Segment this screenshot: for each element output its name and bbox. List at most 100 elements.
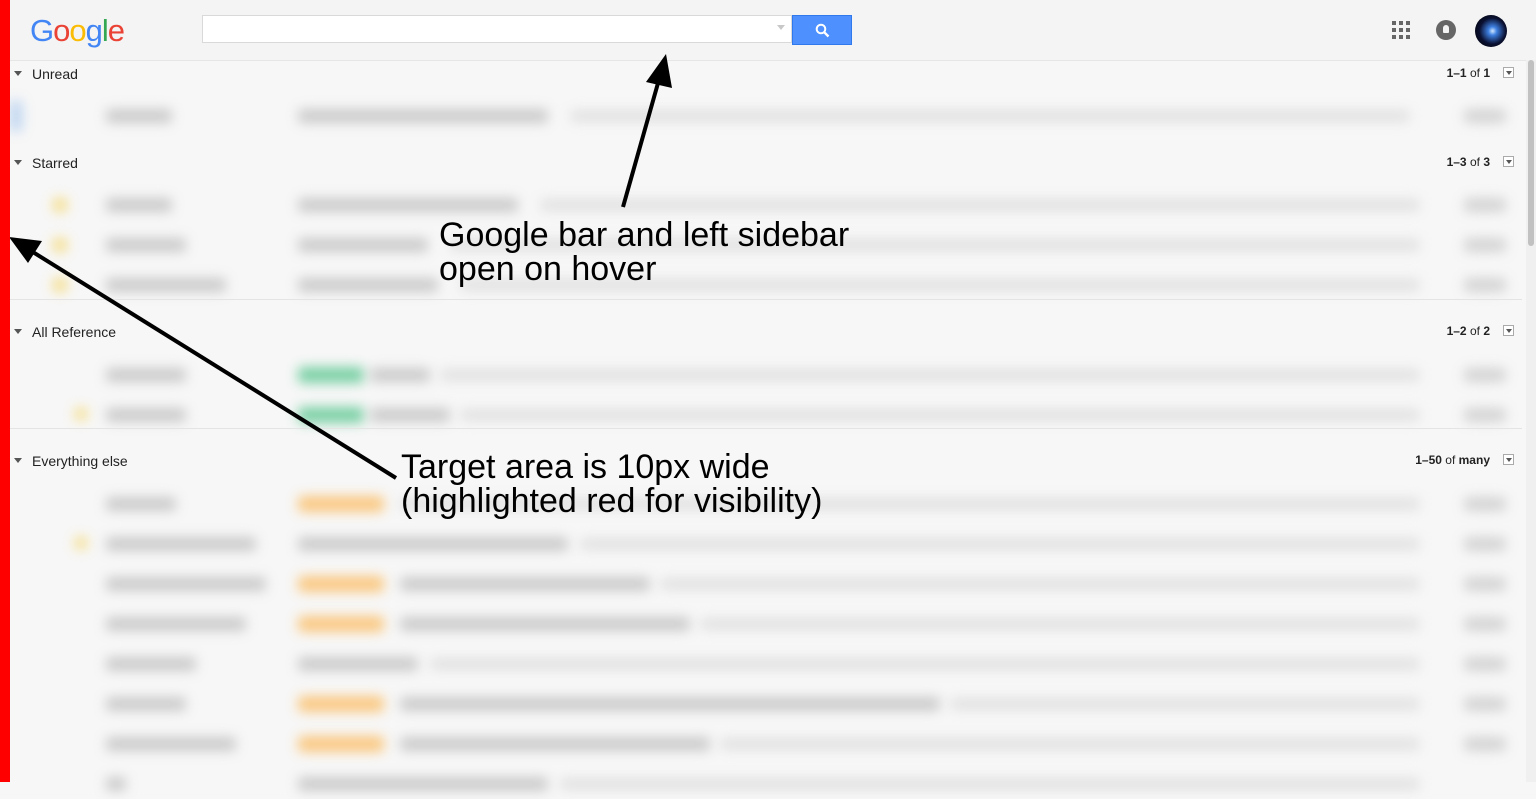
blurred-sender	[106, 537, 256, 551]
list-item[interactable]	[10, 729, 1520, 759]
list-item[interactable]	[10, 400, 1520, 430]
google-logo[interactable]: Google	[30, 14, 125, 48]
blurred-date	[1464, 577, 1506, 591]
list-item[interactable]	[10, 769, 1520, 799]
blurred-sender	[106, 198, 172, 212]
blurred-date	[1464, 497, 1506, 511]
blurred-sender	[106, 617, 246, 631]
blurred-sender	[106, 497, 176, 511]
blurred-sender	[106, 777, 126, 791]
star-icon[interactable]	[52, 277, 68, 293]
blurred-date	[1464, 238, 1506, 252]
arrow-to-search-bar	[621, 75, 662, 208]
collapse-triangle-icon[interactable]	[14, 159, 22, 165]
blurred-sender	[106, 737, 236, 751]
blurred-subject	[400, 697, 940, 711]
blurred-date	[1464, 408, 1506, 422]
list-item[interactable]	[10, 689, 1520, 719]
star-icon[interactable]	[52, 237, 68, 253]
section-title: All Reference	[32, 324, 117, 340]
section-header[interactable]: All Reference	[14, 322, 116, 342]
blurred-date	[1464, 617, 1506, 631]
section-menu-icon[interactable]	[1503, 67, 1514, 78]
star-icon[interactable]	[74, 407, 88, 421]
list-item[interactable]	[10, 609, 1520, 639]
list-item[interactable]	[10, 270, 1520, 300]
blurred-date	[1464, 537, 1506, 551]
blurred-subject	[298, 278, 438, 292]
google-bar: Google	[0, 0, 1536, 61]
collapse-triangle-icon[interactable]	[14, 328, 22, 334]
blurred-subject	[298, 657, 418, 671]
blurred-snippet	[660, 578, 1420, 590]
blurred-label	[298, 367, 364, 383]
blurred-snippet	[570, 110, 1410, 122]
blurred-date	[1464, 198, 1506, 212]
scrollbar[interactable]	[1526, 60, 1536, 782]
annotation-google-bar-line1: Google bar and left sidebar	[439, 216, 850, 254]
blurred-date	[1464, 368, 1506, 382]
annotation-target-area-line1: Target area is 10px wide	[401, 448, 770, 486]
list-item[interactable]	[10, 569, 1520, 599]
section-divider	[10, 299, 1522, 300]
list-item[interactable]	[10, 101, 1520, 131]
section-divider	[10, 428, 1522, 429]
scrollbar-thumb[interactable]	[1528, 60, 1534, 246]
star-icon[interactable]	[74, 536, 88, 550]
section-header[interactable]: Unread	[14, 64, 78, 84]
section-title: Everything else	[32, 453, 128, 469]
section-header[interactable]: Everything else	[14, 451, 128, 471]
blurred-subject	[298, 777, 548, 791]
section-menu-icon[interactable]	[1503, 454, 1514, 465]
apps-grid-icon[interactable]	[1392, 21, 1410, 39]
annotation-target-area-line2: (highlighted red for visibility)	[401, 482, 823, 520]
section-count: 1–1 of 1	[1446, 66, 1490, 80]
blurred-subject	[400, 617, 690, 631]
collapse-triangle-icon[interactable]	[14, 70, 22, 76]
blurred-snippet	[430, 658, 1420, 670]
search-button[interactable]	[792, 15, 852, 45]
list-item[interactable]	[10, 649, 1520, 679]
blurred-date	[1464, 278, 1506, 292]
blurred-subject	[298, 537, 568, 551]
blurred-label	[298, 576, 384, 592]
blurred-sender	[106, 577, 266, 591]
section-title: Unread	[32, 66, 78, 82]
blurred-date	[1464, 737, 1506, 751]
blurred-date	[1464, 657, 1506, 671]
search-options-chevron-icon[interactable]	[777, 25, 785, 30]
blurred-subject	[298, 198, 518, 212]
blurred-sender	[106, 278, 226, 292]
section-title: Starred	[32, 155, 78, 171]
list-item[interactable]	[10, 360, 1520, 390]
section-count: 1–50 of many	[1415, 453, 1490, 467]
blurred-sender	[106, 238, 186, 252]
blurred-label	[298, 736, 384, 752]
blurred-snippet	[580, 538, 1420, 550]
notifications-icon[interactable]	[1436, 20, 1456, 40]
blurred-date	[1464, 109, 1506, 123]
list-item[interactable]	[10, 529, 1520, 559]
unread-marker	[10, 101, 22, 131]
section-menu-icon[interactable]	[1503, 156, 1514, 167]
blurred-sender	[106, 368, 186, 382]
search-input[interactable]	[202, 15, 792, 43]
blurred-snippet	[720, 738, 1420, 750]
blurred-snippet	[560, 778, 1420, 790]
blurred-snippet	[460, 409, 1420, 421]
blurred-subject	[400, 737, 710, 751]
blurred-snippet	[440, 369, 1420, 381]
blurred-sender	[106, 657, 196, 671]
star-icon[interactable]	[52, 197, 68, 213]
blurred-sender	[106, 697, 186, 711]
blurred-subject	[370, 408, 450, 422]
sidebar-hover-target-strip[interactable]	[0, 0, 10, 782]
avatar[interactable]	[1475, 15, 1507, 47]
blurred-sender	[106, 109, 172, 123]
blurred-label	[298, 496, 384, 512]
blurred-label	[298, 407, 364, 423]
collapse-triangle-icon[interactable]	[14, 457, 22, 463]
section-menu-icon[interactable]	[1503, 325, 1514, 336]
blurred-label	[298, 616, 384, 632]
section-header[interactable]: Starred	[14, 153, 78, 173]
